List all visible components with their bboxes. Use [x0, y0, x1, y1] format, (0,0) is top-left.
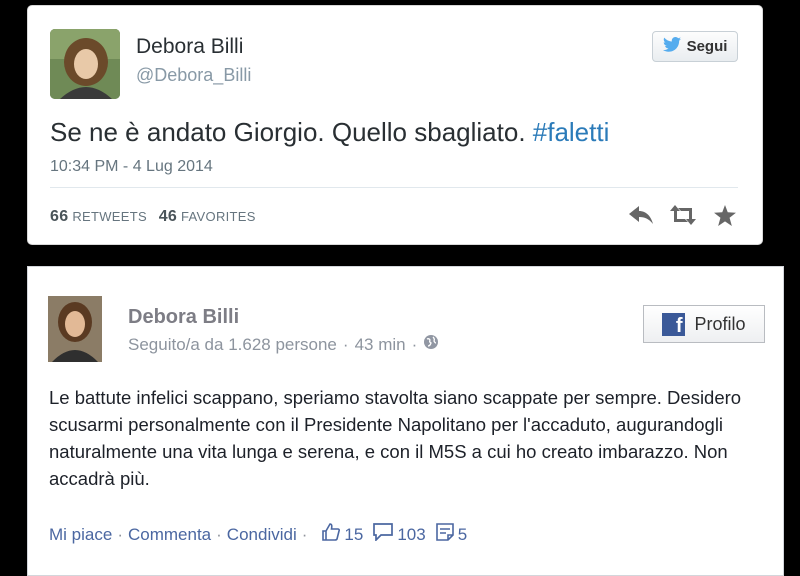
divider: [50, 187, 738, 188]
action-separator: ·: [216, 524, 222, 544]
twitter-bird-icon: [662, 37, 681, 56]
tweet-timestamp[interactable]: 10:34 PM - 4 Lug 2014: [50, 158, 213, 176]
share-link[interactable]: Condividi: [227, 525, 297, 545]
action-separator: ·: [301, 524, 308, 544]
comment-bubble-icon: [373, 523, 394, 546]
meta-separator: ·: [342, 334, 349, 354]
comments-count-link[interactable]: 103: [373, 523, 426, 546]
profile-label: Profilo: [694, 313, 746, 334]
tweet-stats: 66 RETWEETS 46 FAVORITES: [50, 208, 256, 226]
meta-separator: ·: [411, 334, 418, 354]
tweet-actions: [628, 204, 738, 226]
tweet-text: Se ne è andato Giorgio. Quello sbagliato…: [50, 117, 609, 148]
favorites-count: 46: [158, 208, 178, 225]
avatar[interactable]: [48, 296, 102, 362]
followers-text: Seguito/a da 1.628 persone: [128, 334, 337, 354]
like-link[interactable]: Mi piace: [49, 525, 112, 545]
likes-count-link[interactable]: 15: [322, 523, 363, 546]
post-actions: Mi piace · Commenta · Condividi · 15 103…: [49, 523, 467, 546]
user-handle[interactable]: @Debora_Billi: [136, 65, 251, 86]
shares-count-link[interactable]: 5: [435, 523, 468, 546]
post-text: Le battute infelici scappano, speriamo s…: [49, 387, 742, 489]
post-time[interactable]: 43 min: [355, 335, 406, 355]
retweets-count: 66: [50, 208, 69, 225]
facebook-logo-icon: f: [662, 312, 686, 336]
retweet-icon[interactable]: [670, 204, 696, 226]
facebook-post-card: Debora Billi Seguito/a da 1.628 persone …: [27, 266, 784, 576]
post-meta: Seguito/a da 1.628 persone · 43 min ·: [128, 334, 439, 355]
comments-count: 103: [397, 524, 426, 544]
retweets-label: RETWEETS: [72, 209, 147, 224]
likes-count: 15: [344, 524, 364, 544]
profile-button[interactable]: f Profilo: [643, 305, 765, 343]
avatar[interactable]: [50, 29, 120, 99]
favorites-label: FAVORITES: [181, 209, 256, 224]
user-name[interactable]: Debora Billi: [128, 306, 239, 329]
action-separator: ·: [117, 524, 123, 544]
tweet-body: Se ne è andato Giorgio. Quello sbagliato…: [50, 117, 533, 147]
reply-icon[interactable]: [628, 204, 654, 226]
thumbs-up-icon: [322, 523, 341, 546]
favorite-star-icon[interactable]: [712, 204, 738, 226]
follow-label: Segui: [686, 38, 728, 55]
globe-icon: [423, 334, 439, 355]
retweets-stat[interactable]: 66 RETWEETS: [50, 208, 147, 225]
favorites-stat[interactable]: 46 FAVORITES: [158, 208, 256, 225]
follow-button[interactable]: Segui: [652, 31, 738, 62]
comment-link[interactable]: Commenta: [128, 525, 211, 545]
tweet-card: Debora Billi @Debora_Billi Segui Se ne è…: [27, 5, 763, 245]
user-name[interactable]: Debora Billi: [136, 35, 243, 59]
share-icon: [435, 523, 454, 546]
hashtag-link[interactable]: #faletti: [533, 117, 610, 147]
shares-count: 5: [457, 524, 468, 544]
